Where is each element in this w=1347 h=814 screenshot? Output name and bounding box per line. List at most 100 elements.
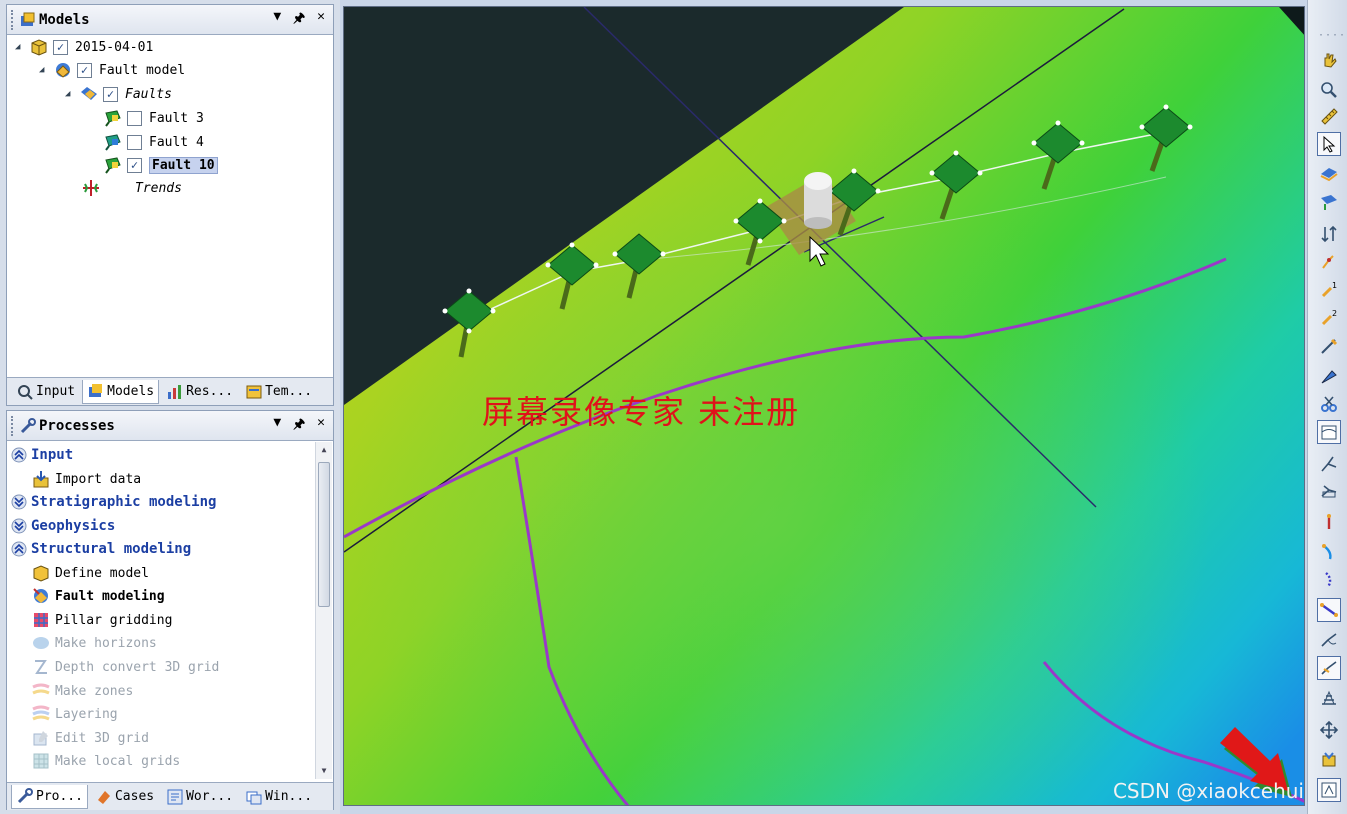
- toolbar-button-node-1[interactable]: [1317, 250, 1341, 274]
- process-label: Make local grids: [55, 753, 181, 769]
- tree-item-faults[interactable]: ◢ ✓ Faults: [65, 83, 172, 105]
- toolbar-button-pillar-chain[interactable]: [1317, 598, 1341, 622]
- workflows-tab-icon: [167, 789, 183, 804]
- close-icon[interactable]: ✕: [317, 9, 325, 31]
- section-input[interactable]: Input: [7, 444, 73, 466]
- tree-item-fault-model[interactable]: ◢ ✓ Fault model: [39, 59, 185, 81]
- toolbar-button-select-pointer[interactable]: [1317, 132, 1341, 156]
- collapse-section-icon[interactable]: [11, 541, 27, 557]
- toolbar-button-flip-arrows[interactable]: [1317, 222, 1341, 246]
- toolbar-button-move-cross[interactable]: [1317, 718, 1341, 742]
- tree-checkbox[interactable]: [127, 134, 142, 150]
- toolbar-button-node-superscript-2[interactable]: 2: [1317, 306, 1341, 330]
- 3d-viewport[interactable]: 屏幕录像专家 未注册 CSDN @xiaokcehui: [343, 6, 1305, 806]
- tab-cases[interactable]: Cases: [90, 785, 159, 809]
- section-label: Geophysics: [31, 518, 116, 534]
- tab-label: Cases: [114, 789, 155, 804]
- toolbar-button-pan-hand[interactable]: [1317, 48, 1341, 72]
- tab-templates[interactable]: Tem...: [240, 380, 317, 404]
- tree-checkbox[interactable]: ✓: [77, 62, 92, 78]
- toolbar-grip[interactable]: ····: [1318, 30, 1346, 41]
- tree-item-fault-4[interactable]: Fault 4: [103, 131, 204, 153]
- dropdown-arrow-icon[interactable]: ▼: [273, 9, 281, 31]
- process-define-model[interactable]: Define model: [31, 562, 149, 584]
- surface-tool-2-icon: [1321, 195, 1337, 210]
- section-geophysics[interactable]: Geophysics: [7, 515, 115, 537]
- toolbar-button-surface-tool-2[interactable]: [1317, 190, 1341, 214]
- single-pillar-icon: [1327, 514, 1331, 529]
- drag-grip[interactable]: [11, 415, 15, 436]
- tree-item-trends[interactable]: Trends: [81, 177, 182, 199]
- toolbar-button-scissors[interactable]: [1317, 392, 1341, 416]
- tab-workflows[interactable]: Wor...: [161, 785, 238, 809]
- tree-checkbox[interactable]: [127, 110, 142, 126]
- close-icon[interactable]: ✕: [317, 415, 325, 437]
- expand-icon[interactable]: ◢: [39, 65, 49, 75]
- tree-checkbox[interactable]: ✓: [127, 157, 142, 173]
- process-make-local-grids: Make local grids: [31, 750, 180, 772]
- process-label: Layering: [55, 706, 118, 722]
- process-import-data[interactable]: Import data: [31, 468, 141, 490]
- tab-input[interactable]: Input: [11, 380, 80, 404]
- node-1-icon: [1322, 255, 1334, 269]
- svg-text:1: 1: [1332, 281, 1337, 290]
- toolbar-button-pillar-connect[interactable]: [1317, 478, 1341, 502]
- tree-item-fault-10[interactable]: ✓ Fault 10: [103, 154, 218, 176]
- fault-modeling-icon: [33, 588, 48, 603]
- tree-item-date[interactable]: ◢ ✓ 2015-04-01: [15, 36, 153, 58]
- selected-pillar-cylinder[interactable]: [804, 172, 832, 229]
- toolbar-button-pick-pen[interactable]: [1317, 334, 1341, 358]
- tree-checkbox[interactable]: ✓: [103, 86, 118, 102]
- tab-windows[interactable]: Win...: [240, 785, 317, 809]
- drag-grip[interactable]: [11, 9, 15, 30]
- tab-results[interactable]: Res...: [161, 380, 238, 404]
- expand-icon[interactable]: ◢: [65, 89, 75, 99]
- toolbar-button-pillar-curve-2[interactable]: [1317, 656, 1341, 680]
- toolbar-button-pillar-add[interactable]: [1317, 452, 1341, 476]
- expand-section-icon[interactable]: [11, 494, 27, 510]
- frame-icon: [1321, 782, 1337, 798]
- section-structural-modeling[interactable]: Structural modeling: [7, 538, 191, 560]
- scroll-up-icon[interactable]: ▲: [316, 442, 332, 458]
- toolbar-button-pillar-curve[interactable]: [1317, 628, 1341, 652]
- toolbar-button-snap[interactable]: [1317, 748, 1341, 772]
- section-stratigraphic-modeling[interactable]: Stratigraphic modeling: [7, 491, 216, 513]
- expand-section-icon[interactable]: [11, 518, 27, 534]
- left-dock: Models ▼ 🖈 ✕ ◢ ✓ 2015-04-01 ◢ ✓ Fault mo…: [0, 0, 340, 814]
- tab-label: Win...: [265, 789, 313, 804]
- input-tab-icon: [18, 384, 33, 400]
- windows-tab-icon: [246, 791, 262, 804]
- trends-icon: [83, 180, 99, 196]
- scroll-thumb[interactable]: [318, 462, 330, 607]
- toolbar-button-single-pillar[interactable]: [1317, 510, 1341, 534]
- process-pillar-gridding[interactable]: Pillar gridding: [31, 609, 172, 631]
- process-fault-modeling[interactable]: Fault modeling: [31, 585, 165, 607]
- pin-icon[interactable]: 🖈: [293, 415, 305, 437]
- toolbar-button-surface-tool[interactable]: [1317, 162, 1341, 186]
- tab-models[interactable]: Models: [82, 379, 160, 404]
- pin-icon[interactable]: 🖈: [293, 9, 305, 31]
- toolbar-button-frame[interactable]: [1317, 778, 1341, 802]
- fault-icon: [105, 157, 121, 174]
- tab-processes[interactable]: Pro...: [11, 784, 88, 809]
- toolbar-button-pillar-bend[interactable]: [1317, 540, 1341, 564]
- models-tab-strip: Input Models Res... Tem...: [7, 377, 333, 405]
- flip-arrows-icon: [1321, 225, 1337, 243]
- scroll-down-icon[interactable]: ▼: [316, 763, 332, 779]
- process-label: Depth convert 3D grid: [55, 659, 220, 675]
- toolbar-button-pillar-frame[interactable]: [1317, 420, 1341, 444]
- dropdown-arrow-icon[interactable]: ▼: [273, 415, 281, 437]
- expand-icon[interactable]: ◢: [15, 42, 25, 52]
- toolbar-button-zoom-magnifier[interactable]: [1317, 78, 1341, 102]
- process-scrollbar[interactable]: ▲ ▼: [315, 442, 332, 779]
- node-superscript-1-icon: 1: [1321, 281, 1337, 298]
- process-label: Make zones: [55, 683, 134, 699]
- toolbar-button-ruler-measure[interactable]: [1317, 104, 1341, 128]
- toolbar-button-node-superscript-1[interactable]: 1: [1317, 278, 1341, 302]
- collapse-section-icon[interactable]: [11, 447, 27, 463]
- toolbar-button-pillar-grid[interactable]: [1317, 686, 1341, 710]
- toolbar-button-edit-pen[interactable]: [1317, 364, 1341, 388]
- tree-item-fault-3[interactable]: Fault 3: [103, 107, 204, 129]
- tree-checkbox[interactable]: ✓: [53, 39, 68, 55]
- toolbar-button-pillar-dots[interactable]: [1317, 568, 1341, 592]
